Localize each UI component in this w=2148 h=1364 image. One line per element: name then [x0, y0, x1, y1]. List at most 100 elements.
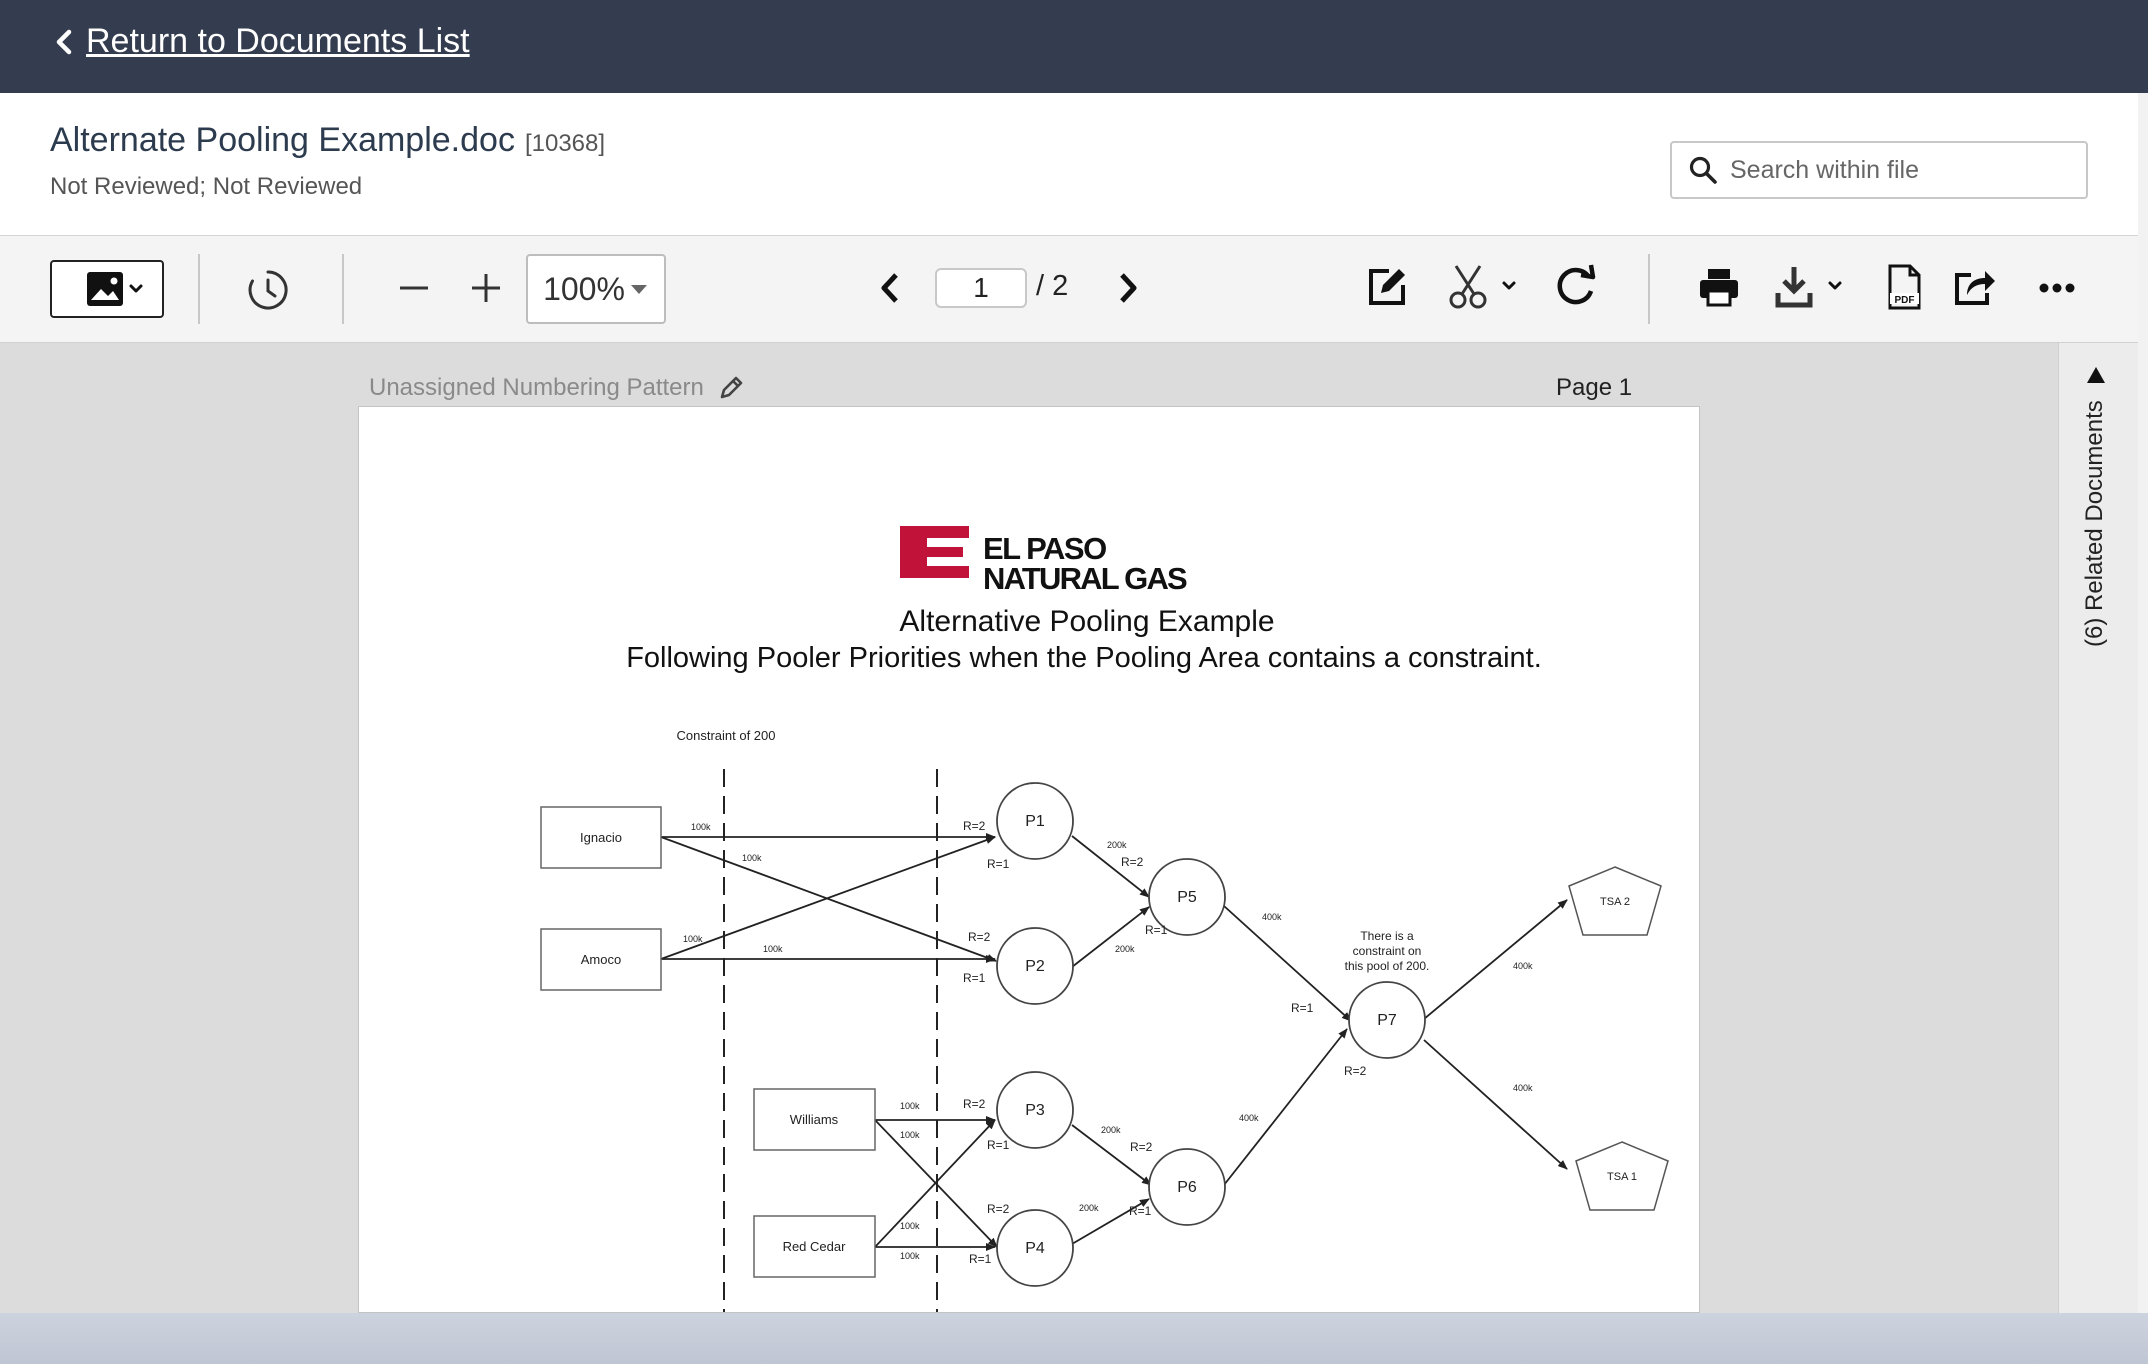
- window-edge: [2138, 93, 2148, 1313]
- triangle-up-icon: [2087, 367, 2105, 383]
- numbering-pattern-label: Unassigned Numbering Pattern: [369, 374, 704, 401]
- svg-text:Ignacio: Ignacio: [580, 830, 622, 845]
- clock-icon: [248, 270, 288, 310]
- logo-line-2: NATURAL GAS: [983, 561, 1187, 596]
- document-header: Alternate Pooling Example.doc [10368] No…: [0, 93, 2138, 236]
- download-icon: [1775, 267, 1842, 308]
- rotate-icon: [1557, 264, 1596, 305]
- svg-text:R=2: R=2: [963, 819, 986, 833]
- image-icon: [87, 272, 143, 306]
- svg-text:R=2: R=2: [987, 1202, 1010, 1216]
- caret-down-icon: [630, 285, 647, 294]
- return-to-documents-link[interactable]: Return to Documents List: [52, 22, 470, 61]
- chevron-left-icon: [881, 273, 898, 303]
- svg-text:100k: 100k: [742, 853, 762, 863]
- diagram-title: Alternative Pooling Example: [899, 605, 1274, 638]
- pool-p3: P3: [996, 1071, 1074, 1149]
- zoom-select[interactable]: 100%: [526, 254, 666, 324]
- svg-text:200k: 200k: [1115, 944, 1135, 954]
- document-name: Alternate Pooling Example.doc: [50, 121, 515, 159]
- rotate-button[interactable]: [1548, 260, 1602, 314]
- supplier-williams: Williams: [753, 1088, 876, 1151]
- svg-text:400k: 400k: [1239, 1113, 1259, 1123]
- minus-icon: [400, 286, 428, 290]
- document-page: EL PASO NATURAL GAS Alternative Pooling …: [358, 406, 1700, 1313]
- svg-text:Williams: Williams: [790, 1112, 839, 1127]
- next-page-button[interactable]: [1110, 266, 1146, 310]
- svg-text:100k: 100k: [900, 1251, 920, 1261]
- svg-text:200k: 200k: [1079, 1203, 1099, 1213]
- more-options-button[interactable]: [2034, 272, 2080, 302]
- print-button[interactable]: [1694, 262, 1744, 312]
- chevron-left-icon: [56, 29, 72, 54]
- image-mode-dropdown[interactable]: [50, 260, 164, 318]
- document-title: Alternate Pooling Example.doc [10368]: [50, 121, 605, 160]
- export-pdf-button[interactable]: PDF: [1882, 260, 1926, 314]
- download-dropdown[interactable]: [1774, 260, 1854, 314]
- pool-p6: P6: [1148, 1148, 1226, 1226]
- svg-text:100k: 100k: [763, 944, 783, 954]
- supplier-amoco: Amoco: [540, 928, 662, 991]
- svg-text:100k: 100k: [683, 934, 703, 944]
- pool-p7: P7: [1348, 981, 1426, 1059]
- page-label: Page 1: [1556, 374, 1633, 401]
- svg-text:100k: 100k: [900, 1101, 920, 1111]
- svg-text:TSA 2: TSA 2: [1600, 896, 1630, 908]
- related-documents-tab[interactable]: (6) Related Documents: [2059, 361, 2139, 981]
- previous-page-button[interactable]: [872, 266, 908, 310]
- el-paso-logo: EL PASO NATURAL GAS: [900, 526, 1189, 596]
- pencil-icon[interactable]: [718, 375, 744, 401]
- svg-text:this pool of 200.: this pool of 200.: [1345, 959, 1430, 973]
- search-input[interactable]: [1730, 155, 2070, 185]
- supplier-red-cedar: Red Cedar: [753, 1215, 876, 1278]
- svg-text:R=2: R=2: [963, 1097, 986, 1111]
- pool-p2: P2: [996, 927, 1074, 1005]
- zoom-value: 100%: [543, 270, 625, 307]
- search-icon: [1689, 156, 1717, 184]
- svg-text:Amoco: Amoco: [581, 952, 621, 967]
- related-documents-label: (6) Related Documents: [2081, 400, 2108, 647]
- svg-text:400k: 400k: [1262, 912, 1282, 922]
- svg-text:200k: 200k: [1107, 840, 1127, 850]
- printer-icon: [1700, 269, 1738, 307]
- svg-text:PDF: PDF: [1895, 295, 1915, 306]
- document-viewer[interactable]: Unassigned Numbering Pattern Page 1 EL P…: [0, 343, 2058, 1313]
- related-documents-panel: (6) Related Documents: [2058, 343, 2138, 1313]
- svg-text:100k: 100k: [900, 1130, 920, 1140]
- top-bar: Return to Documents List: [0, 0, 2148, 93]
- toolbar-divider: [1648, 254, 1650, 324]
- toolbar-divider: [198, 254, 200, 324]
- svg-text:TSA 1: TSA 1: [1607, 1171, 1637, 1183]
- page-render: EL PASO NATURAL GAS Alternative Pooling …: [540, 526, 1669, 1312]
- constraint-note: There is a constraint on this pool of 20…: [1345, 929, 1430, 973]
- svg-text:R=1: R=1: [1145, 923, 1168, 937]
- svg-text:R=1: R=1: [987, 857, 1010, 871]
- svg-text:constraint on: constraint on: [1353, 944, 1422, 958]
- pool-p4: P4: [996, 1209, 1074, 1287]
- svg-text:P3: P3: [1025, 1102, 1045, 1119]
- constraint-label: Constraint of 200: [676, 728, 775, 743]
- annotate-button[interactable]: [1362, 262, 1412, 312]
- svg-text:P6: P6: [1177, 1179, 1197, 1196]
- search-within-file[interactable]: [1670, 141, 2088, 199]
- svg-text:R=1: R=1: [1129, 1204, 1152, 1218]
- page-number-input[interactable]: [935, 268, 1027, 308]
- pdf-icon: PDF: [1888, 264, 1921, 310]
- redact-dropdown[interactable]: [1446, 260, 1528, 314]
- toolbar-divider: [342, 254, 344, 324]
- svg-text:R=2: R=2: [1130, 1140, 1153, 1154]
- svg-text:P1: P1: [1025, 813, 1045, 830]
- edit-icon: [1369, 269, 1405, 305]
- review-status: Not Reviewed; Not Reviewed: [50, 173, 363, 200]
- share-button[interactable]: [1950, 262, 2000, 312]
- zoom-in-button[interactable]: [464, 266, 508, 310]
- numbering-pattern: Unassigned Numbering Pattern: [369, 374, 744, 402]
- scissors-icon: [1449, 265, 1516, 309]
- flow-edges: [660, 833, 1568, 1251]
- tsa-2: TSA 2: [1568, 866, 1662, 936]
- svg-text:R=2: R=2: [968, 930, 991, 944]
- history-button[interactable]: [242, 264, 294, 316]
- svg-text:R=2: R=2: [1121, 855, 1144, 869]
- zoom-out-button[interactable]: [392, 266, 436, 310]
- svg-text:P2: P2: [1025, 958, 1045, 975]
